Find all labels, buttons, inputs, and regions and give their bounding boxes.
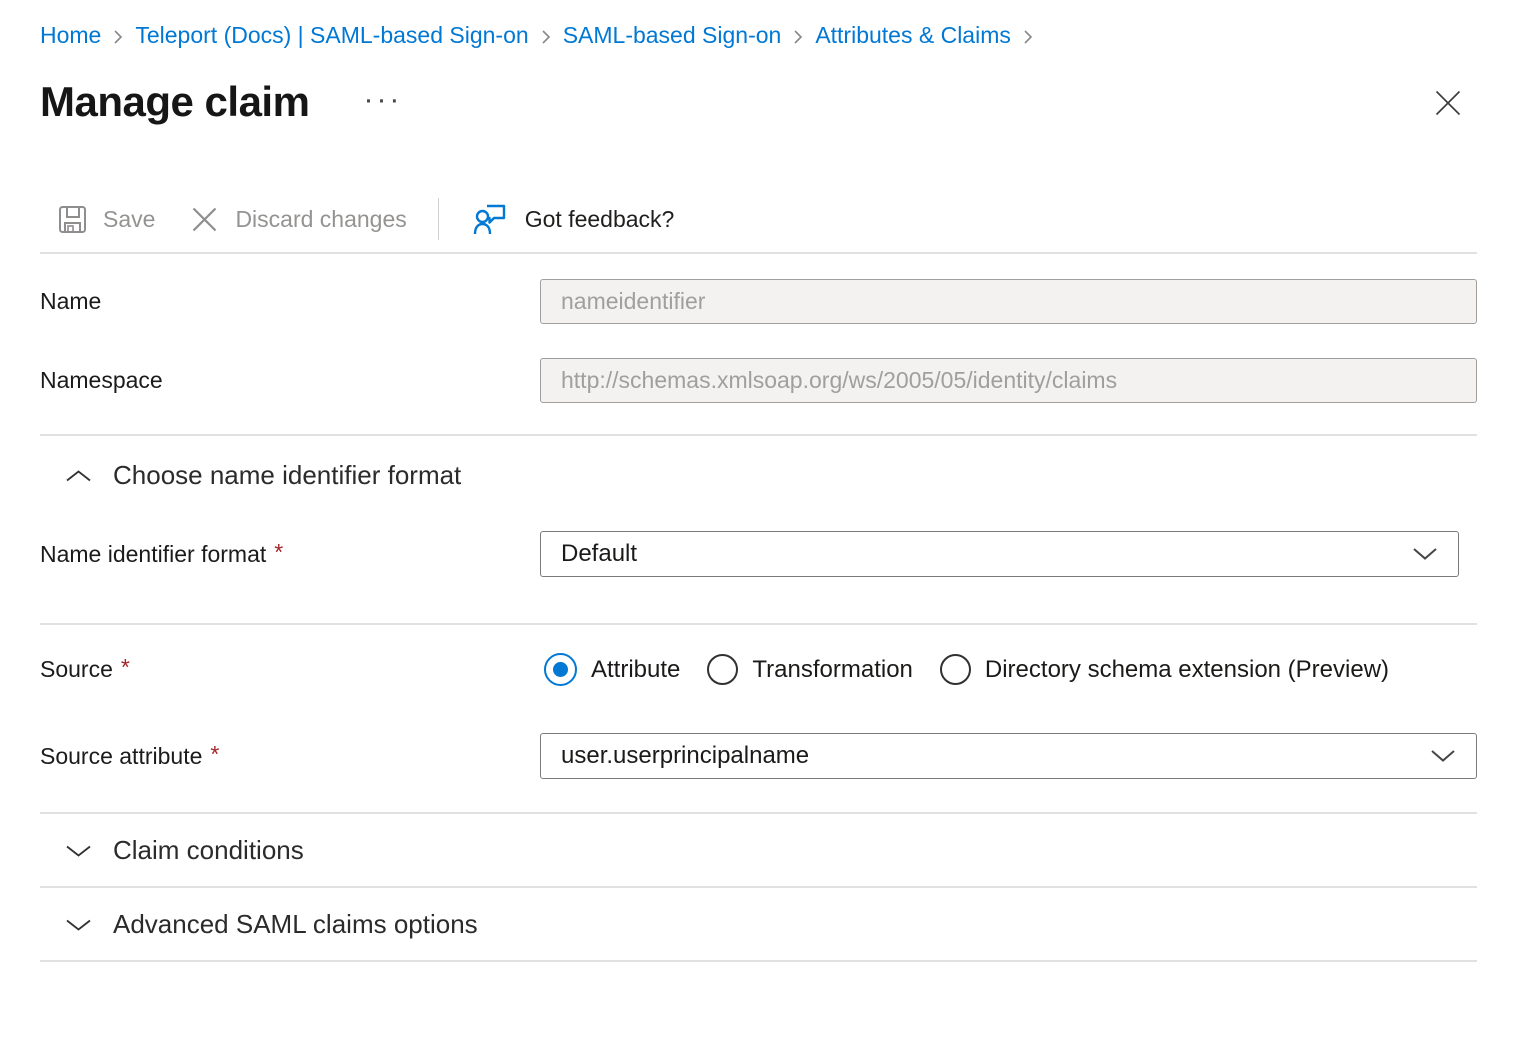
discard-changes-label: Discard changes	[235, 206, 406, 233]
chevron-right-icon	[792, 27, 804, 47]
feedback-icon	[473, 202, 508, 236]
name-identifier-format-label: Name identifier format *	[40, 541, 540, 568]
name-input	[540, 279, 1477, 324]
chevron-up-icon	[65, 460, 92, 491]
source-row: Source * Attribute Transformation Directo…	[40, 653, 1477, 686]
name-identifier-format-dropdown[interactable]: Default	[540, 531, 1459, 577]
radio-label: Directory schema extension (Preview)	[985, 656, 1389, 684]
label-text: Source	[40, 656, 113, 682]
section-title: Advanced SAML claims options	[113, 909, 478, 940]
section-title: Choose name identifier format	[113, 460, 461, 491]
save-label: Save	[103, 206, 155, 233]
source-attribute-row: Source attribute * user.userprincipalname	[40, 733, 1477, 779]
source-attribute-label: Source attribute *	[40, 743, 540, 770]
namespace-input	[540, 358, 1477, 403]
section-advanced-saml-claims-options[interactable]: Advanced SAML claims options	[40, 888, 1477, 960]
breadcrumb-link-saml-sign-on[interactable]: SAML-based Sign-on	[563, 22, 782, 49]
radio-transformation[interactable]: Transformation	[707, 654, 913, 685]
radio-directory-schema-extension[interactable]: Directory schema extension (Preview)	[940, 654, 1389, 685]
command-bar: Save Discard changes Got feedback?	[57, 195, 1477, 243]
required-asterisk: *	[210, 741, 219, 767]
label-text: Name identifier format	[40, 541, 266, 567]
namespace-label: Namespace	[40, 367, 540, 394]
manage-claim-panel: Home Teleport (Docs) | SAML-based Sign-o…	[0, 0, 1516, 962]
save-icon	[57, 204, 88, 235]
got-feedback-button[interactable]: Got feedback?	[473, 202, 675, 236]
name-identifier-format-row: Name identifier format * Default	[40, 531, 1477, 577]
chevron-down-icon	[1430, 742, 1456, 770]
breadcrumb: Home Teleport (Docs) | SAML-based Sign-o…	[40, 0, 1477, 49]
label-text: Source attribute	[40, 743, 202, 769]
section-choose-name-identifier-format[interactable]: Choose name identifier format	[40, 457, 467, 493]
required-asterisk: *	[121, 654, 130, 680]
breadcrumb-link-attributes-claims[interactable]: Attributes & Claims	[815, 22, 1011, 49]
divider	[40, 623, 1477, 625]
namespace-field-row: Namespace	[40, 358, 1477, 403]
source-label: Source *	[40, 656, 540, 683]
discard-icon	[189, 204, 220, 235]
radio-attribute[interactable]: Attribute	[544, 653, 680, 686]
more-options-button[interactable]: ···	[359, 90, 406, 110]
chevron-right-icon	[540, 27, 552, 47]
discard-changes-button[interactable]: Discard changes	[189, 204, 406, 235]
source-radio-group: Attribute Transformation Directory schem…	[540, 653, 1477, 686]
toolbar-divider	[438, 198, 439, 240]
chevron-right-icon	[112, 27, 124, 47]
page-title: Manage claim	[40, 79, 309, 125]
radio-unselected-icon	[940, 654, 971, 685]
chevron-down-icon	[1412, 540, 1438, 568]
close-icon	[1434, 89, 1462, 120]
selected-value: user.userprincipalname	[561, 742, 809, 770]
breadcrumb-link-home[interactable]: Home	[40, 22, 101, 49]
radio-label: Attribute	[591, 656, 680, 684]
breadcrumb-link-enterprise-app[interactable]: Teleport (Docs) | SAML-based Sign-on	[135, 22, 528, 49]
radio-unselected-icon	[707, 654, 738, 685]
radio-label: Transformation	[752, 656, 913, 684]
divider	[40, 960, 1477, 962]
selected-value: Default	[561, 540, 637, 568]
chevron-right-icon	[1022, 27, 1034, 47]
chevron-down-icon	[65, 835, 92, 866]
name-label: Name	[40, 288, 540, 315]
section-claim-conditions[interactable]: Claim conditions	[40, 814, 1477, 886]
radio-selected-icon	[544, 653, 577, 686]
source-attribute-dropdown[interactable]: user.userprincipalname	[540, 733, 1477, 779]
got-feedback-label: Got feedback?	[525, 206, 675, 233]
required-asterisk: *	[274, 539, 283, 565]
divider	[40, 252, 1477, 254]
section-title: Claim conditions	[113, 835, 304, 866]
chevron-down-icon	[65, 909, 92, 940]
panel-header: Manage claim ···	[40, 79, 1477, 125]
more-options-icon: ···	[363, 83, 402, 116]
save-button[interactable]: Save	[57, 204, 155, 235]
divider	[40, 434, 1477, 436]
name-field-row: Name	[40, 279, 1477, 324]
close-button[interactable]	[1430, 86, 1466, 122]
